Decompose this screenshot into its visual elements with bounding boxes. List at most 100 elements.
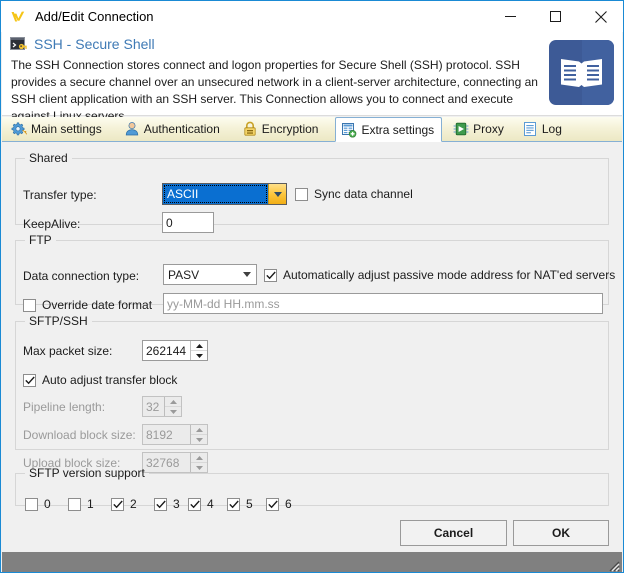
sftp-version-5-label: 5 [246,497,253,511]
tab-authentication[interactable]: Authentication [119,117,227,141]
data-connection-type-label: Data connection type: [23,269,139,283]
sync-data-channel-label: Sync data channel [314,187,413,201]
transfer-type-label: Transfer type: [23,188,97,202]
sftp-version-6-label: 6 [285,497,292,511]
sync-data-channel-checkbox[interactable] [295,188,308,201]
title-bar: Add/Edit Connection [1,1,623,32]
sftp-version-5-checkbox[interactable] [227,498,240,511]
tab-label: Extra settings [361,123,434,137]
tab-main-settings[interactable]: Main settings [6,117,109,141]
sftp-version-0-label: 0 [44,497,51,511]
sftp-version-4-checkbox[interactable] [188,498,201,511]
ok-button[interactable]: OK [513,520,609,546]
sftp-version-1-checkbox[interactable] [68,498,81,511]
spinner-up-icon[interactable] [191,341,207,351]
max-packet-size-value: 262144 [143,341,190,360]
spinner-up-icon [191,425,207,435]
sftp-version-checkbox-row[interactable]: 3 [154,497,180,511]
download-block-size-label: Download block size: [23,428,136,442]
sftp-version-6-checkbox[interactable] [266,498,279,511]
sftp-version-checkbox-row[interactable]: 1 [68,497,94,511]
book-icon [549,40,614,105]
tab-strip: Main settings Authentication Encrypt [2,117,622,142]
max-packet-size-spin-buttons[interactable] [190,341,207,360]
transfer-type-combo[interactable]: ASCII [162,183,287,205]
sftp-version-3-checkbox[interactable] [154,498,167,511]
pipeline-length-label: Pipeline length: [23,400,105,414]
keepalive-input[interactable]: 0 [162,212,214,233]
sftp-version-2-checkbox[interactable] [111,498,124,511]
auto-adjust-nat-checkbox-row[interactable]: Automatically adjust passive mode addres… [264,268,615,282]
check-icon [25,376,35,385]
close-icon [595,11,607,23]
sftp-version-checkbox-row[interactable]: 6 [266,497,292,511]
tab-label: Proxy [473,122,504,136]
spinner-up-icon [165,397,181,407]
header-banner: SSH - Secure Shell The SSH Connection st… [2,32,622,116]
transfer-type-value: ASCII [163,184,268,204]
tab-encryption[interactable]: Encryption [237,117,326,141]
dialog-footer: Cancel OK [2,514,622,552]
pipeline-length-value: 32 [143,397,164,416]
date-format-input[interactable]: yy-MM-dd HH.mm.ss [163,293,603,314]
tab-proxy[interactable]: Proxy [448,117,511,141]
sftp-version-2-label: 2 [130,497,137,511]
app-logo-icon [9,8,27,26]
gears-icon [11,121,27,137]
download-block-size-spin-buttons [190,425,207,444]
check-icon [113,500,123,509]
tab-extra-settings[interactable]: Extra settings [335,117,442,142]
override-date-format-checkbox[interactable] [23,299,36,312]
keepalive-label: KeepAlive: [23,217,80,231]
chevron-down-icon[interactable] [238,265,256,284]
tab-log[interactable]: Log [517,117,569,141]
spinner-up-icon [191,453,207,463]
override-date-format-checkbox-row[interactable]: Override date format [23,298,152,312]
extra-settings-panel: Shared Transfer type: ASCII Sync data ch… [2,142,622,514]
minimize-icon [505,11,516,22]
sftp-version-checkbox-row[interactable]: 0 [25,497,51,511]
download-block-size-value: 8192 [143,425,190,444]
data-connection-type-combo[interactable]: PASV [163,264,257,285]
download-block-size-spinner: 8192 [142,424,208,445]
cancel-button[interactable]: Cancel [400,520,507,546]
auto-adjust-transfer-block-checkbox[interactable] [23,374,36,387]
sync-data-channel-checkbox-row[interactable]: Sync data channel [295,187,413,201]
check-icon [229,500,239,509]
user-icon [124,121,140,137]
resize-grip-icon[interactable] [606,558,620,572]
sftp-version-checkbox-row[interactable]: 2 [111,497,137,511]
proxy-icon [453,121,469,137]
sftp-version-checkbox-row[interactable]: 5 [227,497,253,511]
header-title: SSH - Secure Shell [34,36,155,52]
tab-label: Authentication [144,122,220,136]
sftp-version-4-label: 4 [207,497,214,511]
close-button[interactable] [578,2,623,32]
pipeline-length-spinner: 32 [142,396,182,417]
tab-label: Main settings [31,122,102,136]
chevron-down-icon[interactable] [268,184,286,204]
tab-label: Encryption [262,122,319,136]
auto-adjust-nat-label: Automatically adjust passive mode addres… [283,268,615,282]
auto-adjust-transfer-block-checkbox-row[interactable]: Auto adjust transfer block [23,373,177,387]
grid-plus-icon [341,122,357,138]
minimize-button[interactable] [488,2,533,32]
header-description: The SSH Connection stores connect and lo… [11,57,539,125]
window-title: Add/Edit Connection [35,9,154,24]
max-packet-size-spinner[interactable]: 262144 [142,340,208,361]
sftp-version-0-checkbox[interactable] [25,498,38,511]
status-bar [2,552,622,573]
max-packet-size-label: Max packet size: [23,344,112,358]
ftp-group: FTP Data connection type: PASV Automatic… [15,233,609,305]
ftp-group-legend: FTP [25,233,56,247]
sftp-version-checkbox-row[interactable]: 4 [188,497,214,511]
tab-label: Log [542,122,562,136]
spinner-down-icon[interactable] [191,351,207,360]
sftp-version-1-label: 1 [87,497,94,511]
auto-adjust-nat-checkbox[interactable] [264,269,277,282]
add-edit-connection-window: Add/Edit Connection [0,0,624,573]
check-icon [156,500,166,509]
pipeline-length-spin-buttons [164,397,181,416]
maximize-button[interactable] [533,2,578,32]
spinner-down-icon [165,407,181,416]
